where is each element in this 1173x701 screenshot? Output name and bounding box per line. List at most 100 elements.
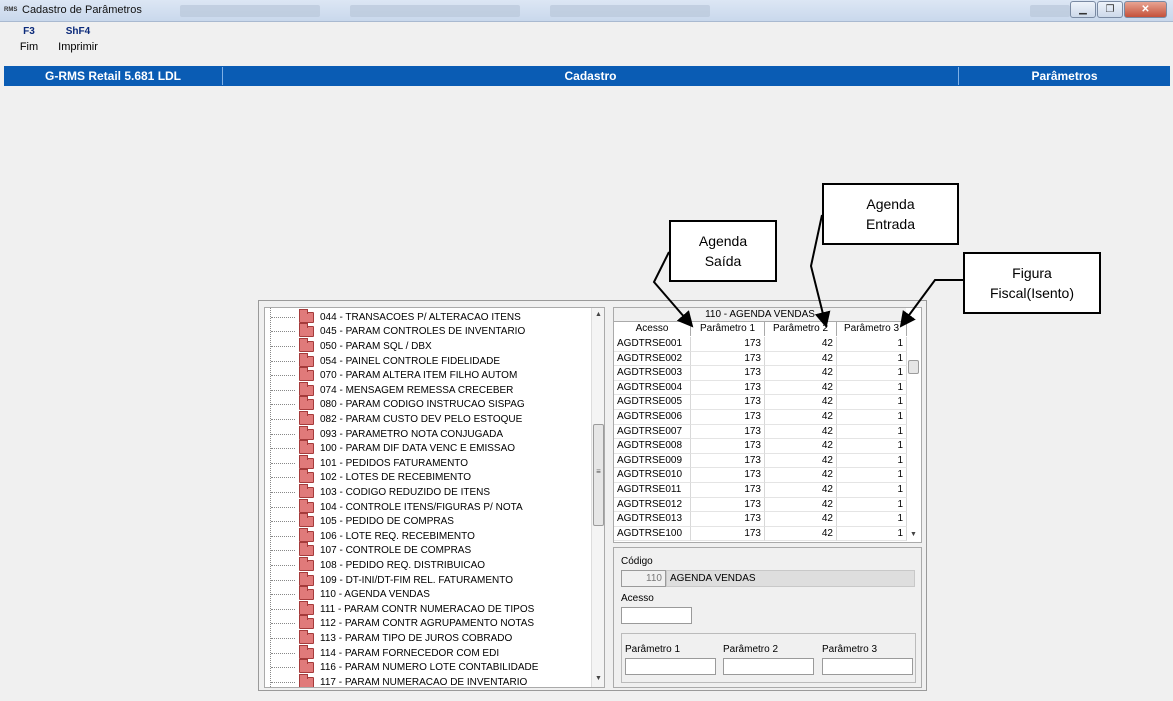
- cell-acesso: AGDTRSE003: [614, 366, 691, 381]
- tree-item-label: 109 - DT-INI/DT-FIM REL. FATURAMENTO: [320, 574, 513, 586]
- column-header-parametro-1[interactable]: Parâmetro 1: [691, 322, 765, 336]
- tree-item[interactable]: 108 - PEDIDO REQ. DISTRIBUICAO: [265, 556, 485, 573]
- tree-item-label: 045 - PARAM CONTROLES DE INVENTARIO: [320, 326, 526, 338]
- grid-scrollbar[interactable]: ▼: [907, 322, 921, 542]
- parametro-3-label: Parâmetro 3: [822, 644, 878, 655]
- cell-parametro-1: 173: [691, 453, 765, 469]
- table-row[interactable]: AGDTRSE005 173 42 1: [614, 395, 907, 410]
- cell-parametro-1: 173: [691, 439, 765, 454]
- cell-acesso: AGDTRSE001: [614, 337, 691, 352]
- tree-item[interactable]: 044 - TRANSACOES P/ ALTERACAO ITENS: [265, 308, 521, 325]
- codigo-field[interactable]: 110: [621, 570, 666, 587]
- column-header-parametro-3[interactable]: Parâmetro 3: [837, 322, 907, 336]
- scroll-up-icon[interactable]: ▲: [592, 308, 604, 321]
- table-row[interactable]: AGDTRSE002 173 42 1: [614, 351, 907, 367]
- table-row[interactable]: AGDTRSE011 173 42 1: [614, 483, 907, 498]
- function-key-bar: F3 Fim ShF4 Imprimir: [0, 26, 300, 62]
- agenda-grid[interactable]: 110 - AGENDA VENDAS Acesso Parâmetro 1 P…: [613, 307, 922, 543]
- screen-name: Parâmetros: [1031, 69, 1098, 83]
- table-row[interactable]: AGDTRSE010 173 42 1: [614, 468, 907, 483]
- tree-item-label: 112 - PARAM CONTR AGRUPAMENTO NOTAS: [320, 618, 535, 630]
- folder-icon: [299, 381, 314, 396]
- cell-parametro-2: 42: [765, 497, 837, 513]
- tree-item[interactable]: 103 - CODIGO REDUZIDO DE ITENS: [265, 483, 490, 500]
- column-header-acesso[interactable]: Acesso: [614, 322, 691, 336]
- cell-parametro-1: 173: [691, 380, 765, 396]
- cell-parametro-3: 1: [837, 526, 907, 542]
- folder-icon: [299, 425, 314, 440]
- folder-icon: [299, 615, 314, 630]
- table-row[interactable]: AGDTRSE008 173 42 1: [614, 439, 907, 454]
- folder-icon: [299, 308, 314, 323]
- tree-item[interactable]: 100 - PARAM DIF DATA VENC E EMISSAO: [265, 440, 515, 456]
- parametro-1-input[interactable]: [625, 658, 716, 675]
- parametro-3-input[interactable]: [822, 658, 913, 675]
- tree-item[interactable]: 104 - CONTROLE ITENS/FIGURAS P/ NOTA: [265, 498, 523, 515]
- table-row[interactable]: AGDTRSE003 173 42 1: [614, 366, 907, 381]
- folder-icon: [299, 513, 314, 528]
- tree-item[interactable]: 074 - MENSAGEM REMESSA CRECEBER: [265, 381, 513, 398]
- parametro-1-label: Parâmetro 1: [625, 644, 681, 655]
- tree-item[interactable]: 112 - PARAM CONTR AGRUPAMENTO NOTAS: [265, 615, 535, 632]
- tree-item[interactable]: 106 - LOTE REQ. RECEBIMENTO: [265, 527, 475, 544]
- tree-item[interactable]: 050 - PARAM SQL / DBX: [265, 337, 432, 354]
- blurred-taskbar-tab: [180, 5, 320, 17]
- callout-agenda-saida: Agenda Saída: [669, 220, 777, 282]
- tree-item[interactable]: 054 - PAINEL CONTROLE FIDELIDADE: [265, 352, 500, 369]
- tree-item[interactable]: 116 - PARAM NUMERO LOTE CONTABILIDADE: [265, 659, 538, 675]
- cell-parametro-3: 1: [837, 380, 907, 396]
- tree-item-label: 082 - PARAM CUSTO DEV PELO ESTOQUE: [320, 413, 523, 425]
- tree-connector: [271, 345, 295, 347]
- scroll-down-icon[interactable]: ▼: [907, 528, 920, 541]
- tree-item[interactable]: 117 - PARAM NUMERACAO DE INVENTARIO: [265, 673, 527, 687]
- parametro-2-input[interactable]: [723, 658, 814, 675]
- table-row[interactable]: AGDTRSE006 173 42 1: [614, 410, 907, 425]
- table-row[interactable]: AGDTRSE001 173 42 1: [614, 337, 907, 352]
- table-row[interactable]: AGDTRSE013 173 42 1: [614, 512, 907, 527]
- tree-item[interactable]: 102 - LOTES DE RECEBIMENTO: [265, 469, 471, 486]
- tree-connector: [271, 331, 295, 333]
- cell-parametro-2: 42: [765, 468, 837, 483]
- fim-button[interactable]: F3 Fim: [14, 26, 44, 53]
- tree-scrollbar[interactable]: ▲ ≡ ▼: [591, 308, 604, 687]
- table-row[interactable]: AGDTRSE004 173 42 1: [614, 380, 907, 396]
- parameter-tree[interactable]: 044 - TRANSACOES P/ ALTERACAO ITENS 045 -…: [264, 307, 605, 688]
- tree-item[interactable]: 070 - PARAM ALTERA ITEM FILHO AUTOM: [265, 367, 517, 383]
- minimize-icon[interactable]: ▁: [1070, 1, 1096, 18]
- tree-item[interactable]: 080 - PARAM CODIGO INSTRUCAO SISPAG: [265, 396, 525, 413]
- tree-scroll-thumb[interactable]: ≡: [593, 424, 604, 526]
- acesso-input[interactable]: [621, 607, 692, 624]
- imprimir-button[interactable]: ShF4 Imprimir: [54, 26, 102, 53]
- tree-item[interactable]: 082 - PARAM CUSTO DEV PELO ESTOQUE: [265, 410, 523, 427]
- table-row[interactable]: AGDTRSE012 173 42 1: [614, 497, 907, 513]
- tree-item[interactable]: 113 - PARAM TIPO DE JUROS COBRADO: [265, 629, 512, 646]
- tree-item[interactable]: 045 - PARAM CONTROLES DE INVENTARIO: [265, 323, 526, 340]
- window-titlebar: RMS Cadastro de Parâmetros ▁ ❐ ✕: [0, 0, 1173, 22]
- grid-scroll-thumb[interactable]: [908, 360, 919, 374]
- callout-line: Agenda: [866, 196, 915, 212]
- table-row[interactable]: AGDTRSE100 173 42 1: [614, 526, 907, 542]
- tree-item-label: 106 - LOTE REQ. RECEBIMENTO: [320, 530, 475, 542]
- tree-item[interactable]: 105 - PEDIDO DE COMPRAS: [265, 513, 454, 529]
- tree-item[interactable]: 101 - PEDIDOS FATURAMENTO: [265, 454, 468, 471]
- parameter-form: Código 110 AGENDA VENDAS Acesso Parâmetr…: [613, 547, 922, 688]
- tree-item[interactable]: 111 - PARAM CONTR NUMERACAO DE TIPOS: [265, 600, 534, 617]
- folder-icon: [299, 367, 314, 382]
- tree-item[interactable]: 107 - CONTROLE DE COMPRAS: [265, 542, 471, 559]
- tree-item[interactable]: 109 - DT-INI/DT-FIM REL. FATURAMENTO: [265, 571, 513, 588]
- cell-acesso: AGDTRSE012: [614, 497, 691, 513]
- cell-parametro-3: 1: [837, 439, 907, 454]
- folder-icon: [299, 498, 314, 513]
- restore-icon[interactable]: ❐: [1097, 1, 1123, 18]
- table-row[interactable]: AGDTRSE007 173 42 1: [614, 424, 907, 440]
- tree-item[interactable]: 114 - PARAM FORNECEDOR COM EDI: [265, 644, 500, 661]
- fkey-label: Imprimir: [58, 41, 98, 53]
- tree-item-label: 114 - PARAM FORNECEDOR COM EDI: [320, 647, 500, 659]
- table-row[interactable]: AGDTRSE009 173 42 1: [614, 453, 907, 469]
- close-icon[interactable]: ✕: [1124, 1, 1167, 18]
- scroll-down-icon[interactable]: ▼: [592, 672, 604, 685]
- tree-item[interactable]: 110 - AGENDA VENDAS: [265, 586, 430, 602]
- column-header-parametro-2[interactable]: Parâmetro 2: [765, 322, 837, 336]
- cell-parametro-2: 42: [765, 395, 837, 410]
- tree-item[interactable]: 093 - PARAMETRO NOTA CONJUGADA: [265, 425, 503, 442]
